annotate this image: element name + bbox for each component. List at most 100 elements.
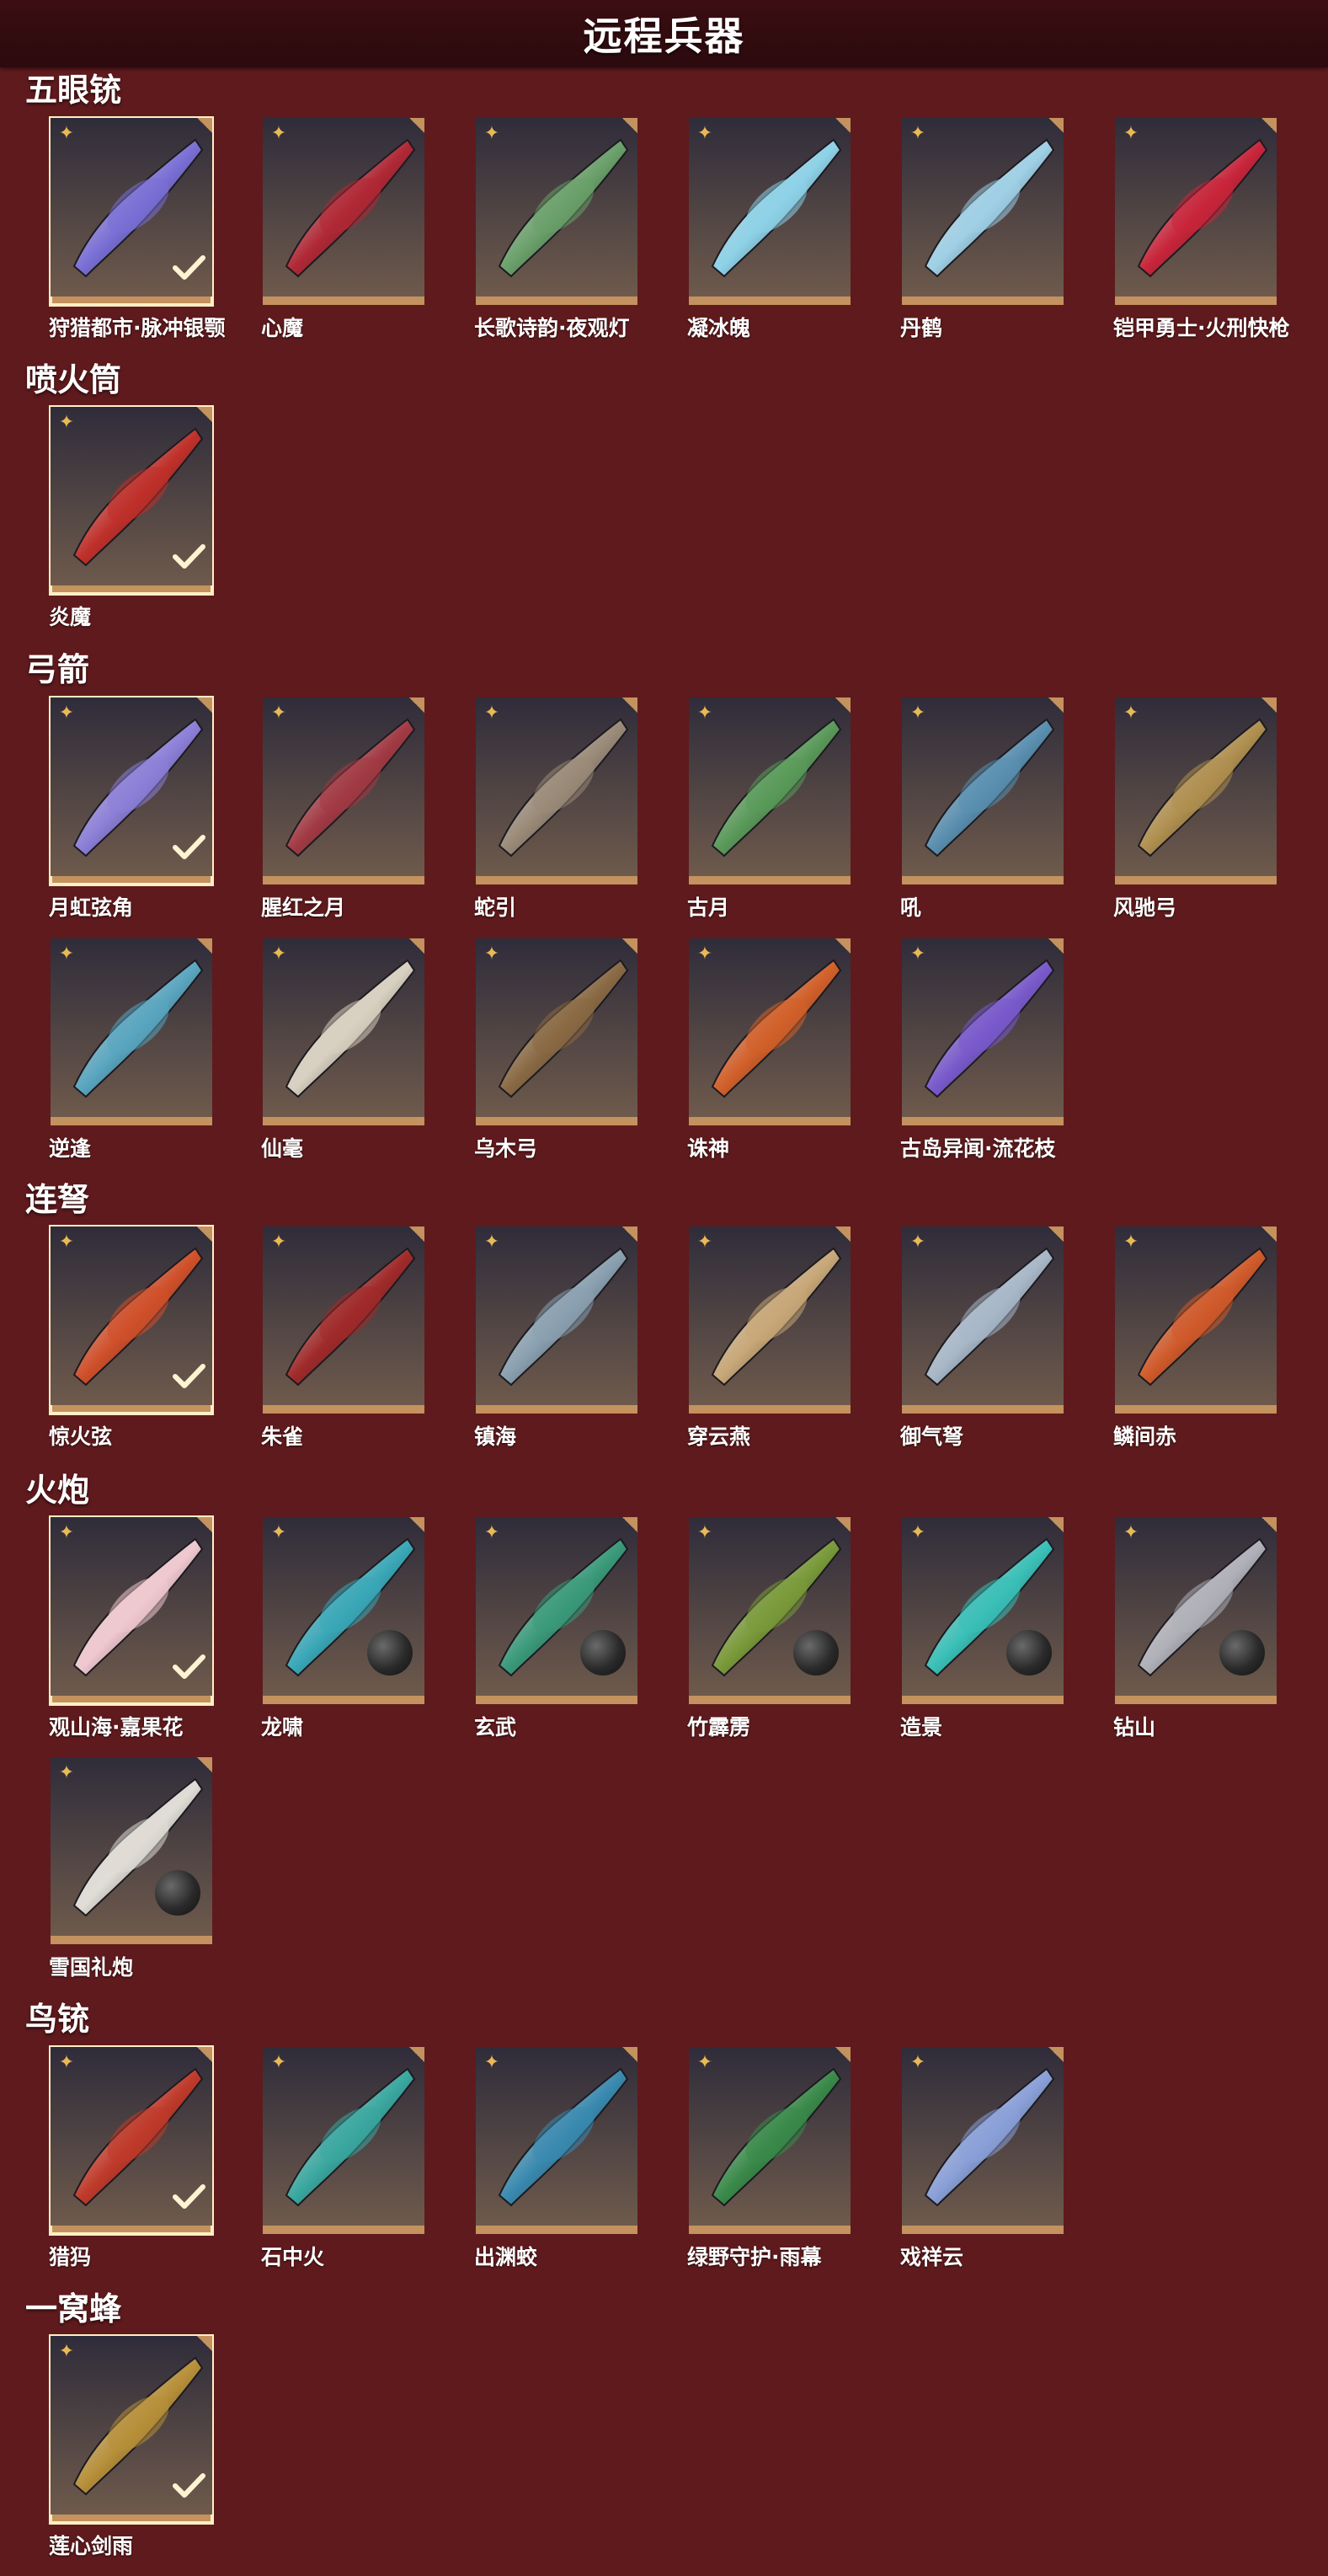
weapon-card[interactable]: ✦ 莲心剑雨 [49,2334,214,2558]
corner-tab-icon [197,407,212,422]
weapon-frame: ✦ [263,938,424,1125]
weapon-frame: ✦ [1115,1517,1277,1704]
weapon-card[interactable]: ✦ 钻山 [1113,1517,1277,1740]
weapon-name: 古月 [687,895,730,920]
weapon-frame: ✦ [689,697,851,884]
corner-tab-icon [197,1227,212,1242]
weapon-card[interactable]: ✦ 御气弩 [900,1227,1064,1449]
rarity-star-icon: ✦ [483,1522,500,1543]
weapon-image [476,118,637,297]
weapon-card[interactable]: ✦ 朱雀 [261,1227,424,1449]
checkmark-icon [173,1364,205,1388]
weapon-card[interactable]: ✦ 月虹弦角 [49,696,214,920]
weapon-frame: ✦ [689,118,851,305]
weapon-card[interactable]: ✦ 凝冰魄 [687,118,851,340]
weapon-card[interactable]: ✦ 龙啸 [261,1517,424,1740]
rarity-star-icon: ✦ [483,1232,500,1253]
weapon-card[interactable]: ✦ 绿野守护·雨幕 [687,2047,851,2269]
corner-tab-icon [835,2047,851,2062]
rarity-star-icon: ✦ [483,943,500,965]
weapon-card[interactable]: ✦ 鳞间赤 [1113,1227,1277,1449]
rarity-star-icon: ✦ [58,412,75,433]
rarity-star-icon: ✦ [696,123,713,144]
weapon-image [51,938,212,1117]
weapon-card[interactable]: ✦ 竹霹雳 [687,1517,851,1740]
corner-tab-icon [1048,1517,1064,1532]
weapon-card[interactable]: ✦ 逆逢 [49,938,212,1161]
weapon-card[interactable]: ✦ 炎魔 [49,405,214,629]
weapon-image [263,938,424,1117]
weapon-card[interactable]: ✦ 玄武 [474,1517,637,1740]
rarity-star-icon: ✦ [696,2052,713,2073]
weapon-name: 石中火 [261,2245,325,2269]
weapon-frame: ✦ [51,1757,212,1944]
weapon-image [1115,697,1277,876]
weapon-card[interactable]: ✦ 狩猎都市·脉冲银颚 [49,116,226,340]
corner-tab-icon [1261,118,1277,133]
weapon-image [902,697,1064,876]
corner-tab-icon [622,1227,637,1242]
rarity-star-icon: ✦ [58,1762,75,1783]
weapon-name: 御气弩 [900,1424,964,1449]
weapon-image [1115,118,1277,297]
weapon-card[interactable]: ✦ 石中火 [261,2047,424,2269]
title-bar: 远程兵器 [0,0,1328,67]
corner-tab-icon [622,2047,637,2062]
weapon-name: 长歌诗韵·夜观灯 [474,316,630,340]
weapon-frame: ✦ [689,1517,851,1704]
rarity-star-icon: ✦ [58,123,75,144]
corner-tab-icon [1048,2047,1064,2062]
weapon-card[interactable]: ✦ 古岛异闻·流花枝 [900,938,1064,1161]
weapon-card[interactable]: ✦ 吼 [900,697,1064,920]
rarity-star-icon: ✦ [909,1232,926,1253]
weapon-frame: ✦ [263,697,424,884]
weapon-name: 月虹弦角 [49,895,134,920]
corner-tab-icon [197,2336,212,2351]
weapon-name: 吼 [900,895,922,920]
weapon-card[interactable]: ✦ 戏祥云 [900,2047,1064,2269]
weapon-name: 凝冰魄 [687,316,751,340]
weapon-frame: ✦ [1115,1227,1277,1414]
weapon-card[interactable]: ✦ 穿云燕 [687,1227,851,1449]
weapon-card[interactable]: ✦ 出渊蛟 [474,2047,637,2269]
rarity-star-icon: ✦ [696,703,713,724]
weapon-name: 逆逢 [49,1136,92,1161]
weapon-card[interactable]: ✦ 古月 [687,697,851,920]
weapon-card[interactable]: ✦ 惊火弦 [49,1225,214,1449]
weapon-card[interactable]: ✦ 乌木弓 [474,938,637,1161]
weapon-image [902,1227,1064,1405]
weapon-card[interactable]: ✦ 猎犸 [49,2045,214,2269]
weapon-name: 丹鹤 [900,316,943,340]
weapon-card[interactable]: ✦ 丹鹤 [900,118,1064,340]
weapon-card[interactable]: ✦ 长歌诗韵·夜观灯 [474,118,637,340]
weapon-name: 腥红之月 [261,895,346,920]
weapon-card[interactable]: ✦ 心魔 [261,118,424,340]
corner-tab-icon [197,2047,212,2062]
weapon-frame: ✦ [902,697,1064,884]
weapon-card[interactable]: ✦ 风驰弓 [1113,697,1277,920]
weapon-frame: ✦ [49,116,214,307]
weapon-card[interactable]: ✦ 铠甲勇士·火刑快枪 [1113,118,1290,340]
weapon-name: 猎犸 [49,2245,92,2269]
corner-tab-icon [409,2047,424,2062]
weapon-card[interactable]: ✦ 腥红之月 [261,697,424,920]
weapon-card[interactable]: ✦ 造景 [900,1517,1064,1740]
weapon-name: 古岛异闻·流花枝 [900,1136,1056,1161]
weapon-card[interactable]: ✦ 观山海·嘉果花 [49,1515,214,1740]
weapon-card[interactable]: ✦ 镇海 [474,1227,637,1449]
weapon-card[interactable]: ✦ 诛神 [687,938,851,1161]
weapon-card[interactable]: ✦ 仙毫 [261,938,424,1161]
weapon-name: 惊火弦 [49,1424,113,1449]
corner-tab-icon [197,1757,212,1772]
cannonball-icon [1006,1630,1052,1675]
rarity-star-icon: ✦ [696,1522,713,1543]
corner-tab-icon [409,1517,424,1532]
section-title: 连弩 [25,1181,90,1218]
weapon-card[interactable]: ✦ 雪国礼炮 [49,1757,212,1980]
weapon-card[interactable]: ✦ 蛇引 [474,697,637,920]
weapon-name: 狩猎都市·脉冲银颚 [49,316,226,340]
weapon-image [476,2047,637,2226]
rarity-star-icon: ✦ [58,943,75,965]
weapon-frame: ✦ [902,938,1064,1125]
rarity-star-icon: ✦ [58,703,75,724]
